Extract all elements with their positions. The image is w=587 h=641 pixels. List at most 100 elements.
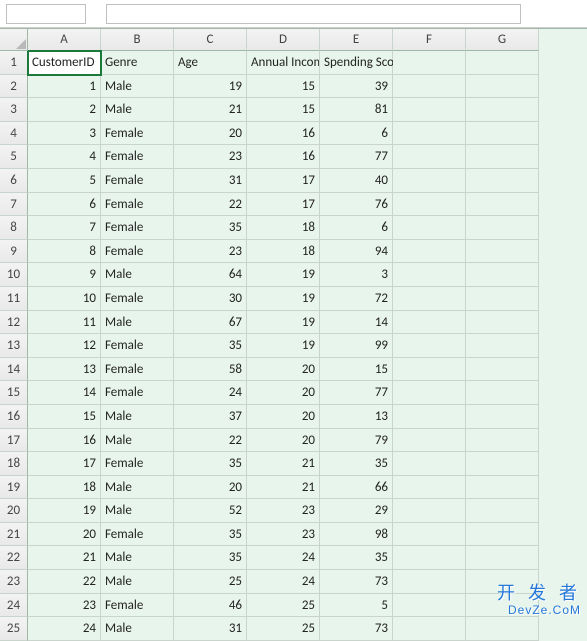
cell-D16[interactable]: 20: [247, 405, 320, 429]
cell-A8[interactable]: 7: [28, 216, 101, 240]
cell-C4[interactable]: 20: [174, 122, 247, 146]
cell-A20[interactable]: 19: [28, 499, 101, 523]
cell-E14[interactable]: 15: [320, 358, 393, 382]
cell-E22[interactable]: 35: [320, 546, 393, 570]
column-header-B[interactable]: B: [101, 29, 174, 51]
cell-D5[interactable]: 16: [247, 145, 320, 169]
cell-A12[interactable]: 11: [28, 311, 101, 335]
cell-C1[interactable]: Age: [174, 51, 247, 75]
cell-E6[interactable]: 40: [320, 169, 393, 193]
cell-G16[interactable]: [466, 405, 539, 429]
cell-C14[interactable]: 58: [174, 358, 247, 382]
row-header[interactable]: 24: [0, 594, 28, 618]
cell-E2[interactable]: 39: [320, 75, 393, 99]
row-header[interactable]: 4: [0, 122, 28, 146]
cell-E10[interactable]: 3: [320, 263, 393, 287]
cell-D10[interactable]: 19: [247, 263, 320, 287]
cell-F1[interactable]: [393, 51, 466, 75]
row-header[interactable]: 16: [0, 405, 28, 429]
row-header[interactable]: 5: [0, 145, 28, 169]
cell-B21[interactable]: Female: [101, 523, 174, 547]
cell-C23[interactable]: 25: [174, 570, 247, 594]
cell-A7[interactable]: 6: [28, 193, 101, 217]
cell-G18[interactable]: [466, 452, 539, 476]
cell-E24[interactable]: 5: [320, 594, 393, 618]
cell-E1[interactable]: Spending Score (1-100): [320, 51, 393, 75]
cell-F15[interactable]: [393, 381, 466, 405]
cell-E16[interactable]: 13: [320, 405, 393, 429]
cell-G20[interactable]: [466, 499, 539, 523]
column-header-C[interactable]: C: [174, 29, 247, 51]
cell-B4[interactable]: Female: [101, 122, 174, 146]
column-header-A[interactable]: A: [28, 29, 101, 51]
cell-A19[interactable]: 18: [28, 476, 101, 500]
cell-G23[interactable]: [466, 570, 539, 594]
cell-D12[interactable]: 19: [247, 311, 320, 335]
cell-A4[interactable]: 3: [28, 122, 101, 146]
cell-D1[interactable]: Annual Income: [247, 51, 320, 75]
cell-C17[interactable]: 22: [174, 429, 247, 453]
cell-D13[interactable]: 19: [247, 334, 320, 358]
cell-B3[interactable]: Male: [101, 98, 174, 122]
cell-C2[interactable]: 19: [174, 75, 247, 99]
cell-G17[interactable]: [466, 429, 539, 453]
cell-E20[interactable]: 29: [320, 499, 393, 523]
cell-G19[interactable]: [466, 476, 539, 500]
cell-G6[interactable]: [466, 169, 539, 193]
cell-D21[interactable]: 23: [247, 523, 320, 547]
cell-G9[interactable]: [466, 240, 539, 264]
row-header[interactable]: 1: [0, 51, 28, 75]
cell-G22[interactable]: [466, 546, 539, 570]
cell-F20[interactable]: [393, 499, 466, 523]
cell-C22[interactable]: 35: [174, 546, 247, 570]
cell-F24[interactable]: [393, 594, 466, 618]
cell-F14[interactable]: [393, 358, 466, 382]
cell-B16[interactable]: Male: [101, 405, 174, 429]
cell-A16[interactable]: 15: [28, 405, 101, 429]
cell-G3[interactable]: [466, 98, 539, 122]
cell-G13[interactable]: [466, 334, 539, 358]
cell-C24[interactable]: 46: [174, 594, 247, 618]
cell-C21[interactable]: 35: [174, 523, 247, 547]
cell-C12[interactable]: 67: [174, 311, 247, 335]
row-header[interactable]: 23: [0, 570, 28, 594]
cell-A6[interactable]: 5: [28, 169, 101, 193]
cell-E11[interactable]: 72: [320, 287, 393, 311]
cell-E9[interactable]: 94: [320, 240, 393, 264]
cell-G1[interactable]: [466, 51, 539, 75]
cell-G24[interactable]: [466, 594, 539, 618]
cell-F9[interactable]: [393, 240, 466, 264]
row-header[interactable]: 9: [0, 240, 28, 264]
row-header[interactable]: 8: [0, 216, 28, 240]
row-header[interactable]: 10: [0, 263, 28, 287]
column-header-D[interactable]: D: [247, 29, 320, 51]
cell-D18[interactable]: 21: [247, 452, 320, 476]
cell-C5[interactable]: 23: [174, 145, 247, 169]
row-header[interactable]: 12: [0, 311, 28, 335]
cell-B18[interactable]: Female: [101, 452, 174, 476]
cell-E13[interactable]: 99: [320, 334, 393, 358]
cell-E8[interactable]: 6: [320, 216, 393, 240]
cell-B9[interactable]: Female: [101, 240, 174, 264]
cell-A1[interactable]: CustomerID: [28, 51, 101, 75]
row-header[interactable]: 6: [0, 169, 28, 193]
cell-A23[interactable]: 22: [28, 570, 101, 594]
cell-D2[interactable]: 15: [247, 75, 320, 99]
cell-C16[interactable]: 37: [174, 405, 247, 429]
cell-F21[interactable]: [393, 523, 466, 547]
cell-D8[interactable]: 18: [247, 216, 320, 240]
cell-A17[interactable]: 16: [28, 429, 101, 453]
cell-G11[interactable]: [466, 287, 539, 311]
cell-A24[interactable]: 23: [28, 594, 101, 618]
cell-C11[interactable]: 30: [174, 287, 247, 311]
cell-A13[interactable]: 12: [28, 334, 101, 358]
cell-B5[interactable]: Female: [101, 145, 174, 169]
cell-C7[interactable]: 22: [174, 193, 247, 217]
formula-input[interactable]: [106, 4, 521, 24]
select-all-triangle-icon[interactable]: [0, 29, 28, 51]
cell-B15[interactable]: Female: [101, 381, 174, 405]
cell-F10[interactable]: [393, 263, 466, 287]
cell-A18[interactable]: 17: [28, 452, 101, 476]
cell-C15[interactable]: 24: [174, 381, 247, 405]
cell-D9[interactable]: 18: [247, 240, 320, 264]
